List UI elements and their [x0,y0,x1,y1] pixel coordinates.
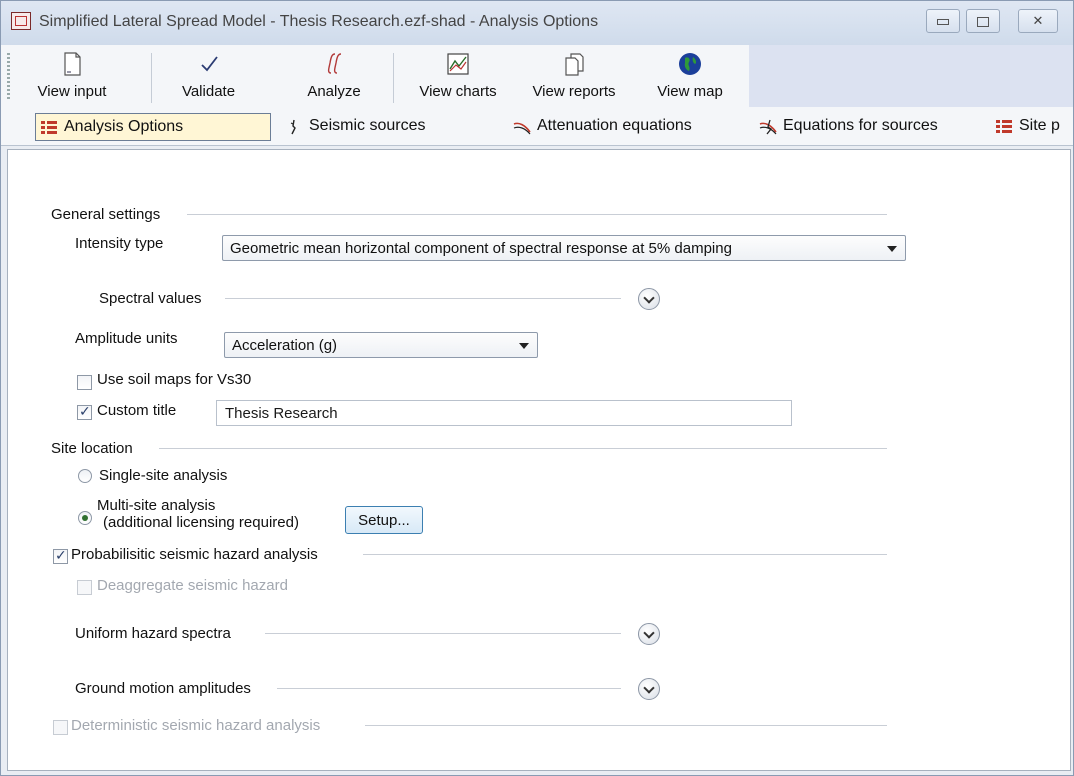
general-settings-heading: General settings [51,206,161,223]
checkmark-icon [200,56,218,72]
ground-motion-amplitudes-label: Ground motion amplitudes [75,680,251,697]
use-soil-maps-label: Use soil maps for Vs30 [97,371,252,388]
view-charts-button[interactable]: View charts [403,47,513,107]
spectral-values-expand-button[interactable] [638,288,660,310]
view-charts-label: View charts [419,83,497,100]
intensity-type-label: Intensity type [75,235,164,252]
tab-equations-for-sources[interactable]: Equations for sources [755,113,985,141]
analyze-label: Analyze [307,83,361,100]
multi-site-label-line2: (additional licensing required) [103,514,299,531]
ground-motion-divider [277,688,621,689]
tab-analysis-options[interactable]: Analysis Options [35,113,271,141]
general-settings-divider [187,214,887,215]
view-reports-label: View reports [532,83,616,100]
spectral-values-divider [225,298,621,299]
dsha-checkbox[interactable] [53,720,68,735]
list-icon [41,121,57,134]
document-icon [64,52,81,76]
chart-icon [447,53,469,75]
intensity-type-select[interactable]: Geometric mean horizontal component of s… [222,235,906,261]
use-soil-maps-checkbox[interactable] [77,375,92,390]
tab-equations-for-sources-label: Equations for sources [783,117,938,134]
custom-title-value: Thesis Research [225,405,338,422]
deaggregate-label: Deaggregate seismic hazard [97,577,288,594]
close-icon: ✕ [1032,13,1044,28]
tab-seismic-sources[interactable]: Seismic sources [281,113,471,141]
chevron-down-icon [887,246,897,252]
reports-icon [565,53,584,76]
app-window: Simplified Lateral Spread Model - Thesis… [0,0,1074,776]
equations-icon [759,119,777,135]
tab-attenuation-equations[interactable]: Attenuation equations [509,113,749,141]
view-map-button[interactable]: View map [637,47,743,107]
psha-checkbox[interactable] [53,547,68,564]
multi-site-label-line1: Multi-site analysis [97,497,216,514]
intensity-type-value: Geometric mean horizontal component of s… [230,240,732,257]
view-reports-button[interactable]: View reports [515,47,633,107]
toolbar-empty-area [749,45,1073,107]
multi-site-label: Multi-site analysis (additional licensin… [97,497,299,531]
attenuation-icon [513,122,531,135]
close-button[interactable]: ✕ [1018,9,1058,33]
view-input-button[interactable]: View input [17,47,127,107]
custom-title-input[interactable]: Thesis Research [216,400,792,426]
toolbar-separator [393,53,394,103]
tab-site-parameters-label: Site p [1019,117,1060,134]
deaggregate-checkbox[interactable] [77,580,92,595]
fault-icon [290,119,296,135]
amplitude-units-value: Acceleration (g) [232,337,338,354]
single-site-radio[interactable] [78,469,92,483]
minimize-button[interactable] [926,9,960,33]
chevron-down-icon [519,343,529,349]
analyze-button[interactable]: Analyze [279,47,389,107]
setup-button-label: Setup... [358,512,410,529]
tab-site-parameters[interactable]: Site p [991,113,1074,141]
list-icon [996,120,1012,133]
uniform-hazard-divider [265,633,621,634]
uniform-hazard-spectra-label: Uniform hazard spectra [75,625,231,642]
dsha-divider [365,725,887,726]
custom-title-label: Custom title [97,402,177,419]
view-map-label: View map [657,83,723,100]
app-icon [11,12,31,30]
setup-button[interactable]: Setup... [345,506,423,534]
minimize-icon [937,19,949,25]
toolbar-grip[interactable] [7,53,10,101]
uniform-hazard-expand-button[interactable] [638,623,660,645]
validate-button[interactable]: Validate [161,47,256,107]
title-bar[interactable]: Simplified Lateral Spread Model - Thesis… [1,1,1073,45]
site-location-divider [159,448,887,449]
tab-seismic-sources-label: Seismic sources [309,117,426,134]
integral-icon [327,53,342,74]
tab-attenuation-equations-label: Attenuation equations [537,117,692,134]
amplitude-units-label: Amplitude units [75,330,178,347]
multi-site-radio[interactable] [78,511,92,525]
ground-motion-expand-button[interactable] [638,678,660,700]
globe-icon [679,53,701,75]
validate-label: Validate [181,83,236,100]
restore-button[interactable] [966,9,1000,33]
dsha-label: Deterministic seismic hazard analysis [71,717,321,734]
single-site-label: Single-site analysis [99,467,228,484]
toolbar-separator [151,53,152,103]
site-location-heading: Site location [51,440,133,457]
spectral-values-label: Spectral values [99,290,202,307]
psha-label: Probabilisitic seismic hazard analysis [71,546,318,563]
amplitude-units-select[interactable]: Acceleration (g) [224,332,538,358]
view-input-label: View input [37,83,107,100]
window-title: Simplified Lateral Spread Model - Thesis… [39,13,599,30]
restore-icon [977,17,989,27]
psha-divider [363,554,887,555]
tab-analysis-options-label: Analysis Options [64,118,184,135]
custom-title-checkbox[interactable] [77,403,92,420]
